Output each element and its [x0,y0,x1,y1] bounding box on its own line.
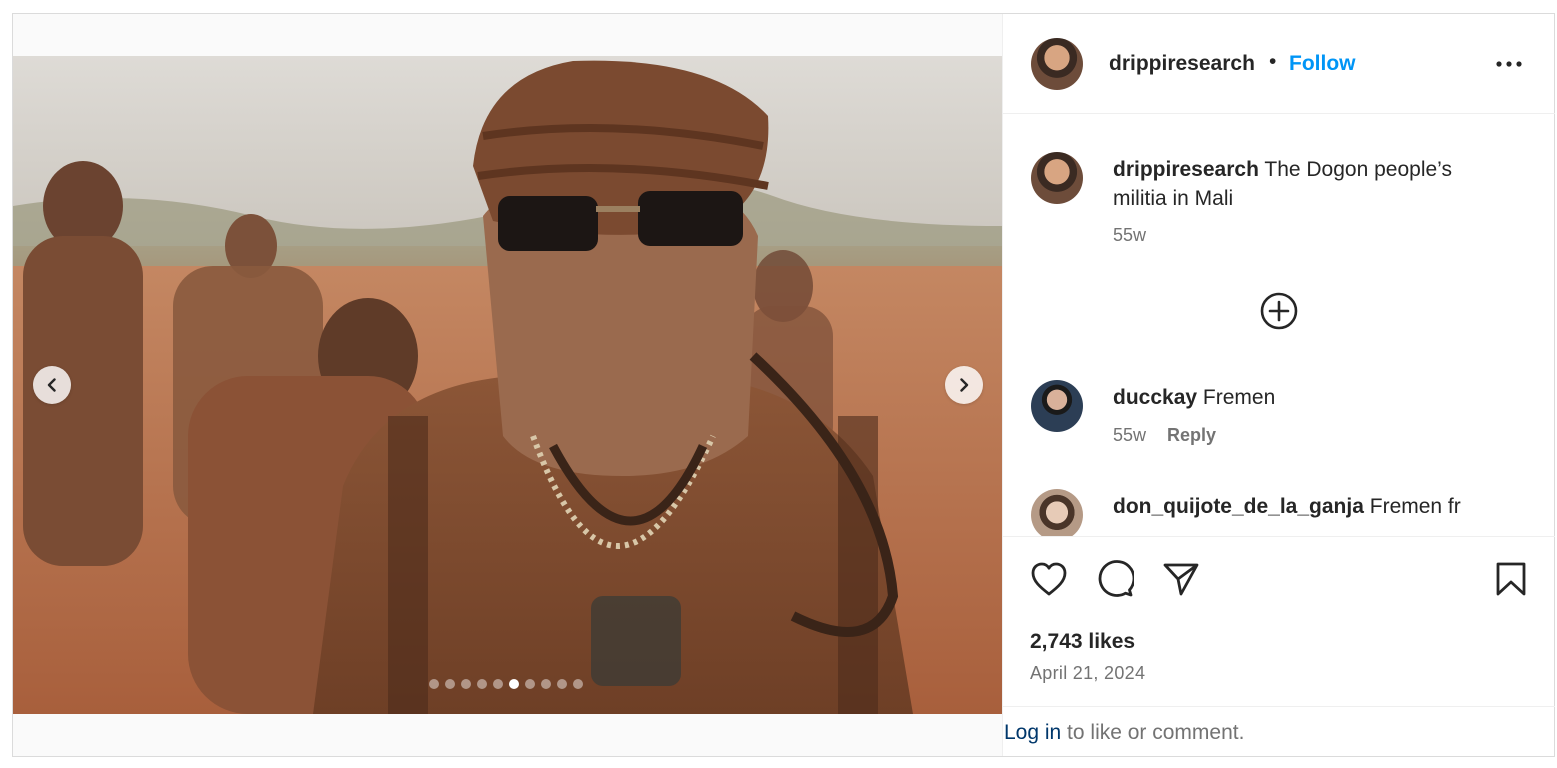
heart-icon [1031,562,1067,596]
plus-circle-icon [1260,292,1298,330]
login-prompt-text: Log in to like or comment. [1004,721,1244,745]
comment-meta: 55w Reply [1113,425,1216,446]
carousel-dot [573,679,583,689]
comment-body: Fremen [1202,386,1276,409]
carousel-dot [541,679,551,689]
carousel-dot [525,679,535,689]
post-actions: 2,743 likes April 21, 2024 [1003,536,1555,706]
carousel-dot [493,679,503,689]
comment-text: ducckay Fremen [1113,383,1493,412]
carousel-dot [557,679,567,689]
paper-plane-icon [1163,563,1199,596]
chevron-right-icon [960,378,969,392]
chevron-left-icon [47,378,56,392]
login-suffix: to like or comment. [1061,721,1245,744]
comment-username[interactable]: ducckay [1113,386,1197,409]
carousel-dot [477,679,487,689]
photo-illustration [13,56,1002,714]
load-more-comments-button[interactable] [1259,291,1299,331]
post-media [13,14,1002,756]
commenter-avatar[interactable] [1031,489,1083,536]
caption-avatar[interactable] [1031,152,1083,204]
comments-section: drippiresearch The Dogon people’s militi… [1003,114,1555,536]
carousel-dot [429,679,439,689]
author-avatar[interactable] [1031,38,1083,90]
caption-time: 55w [1113,225,1147,245]
carousel-dot [461,679,471,689]
more-horizontal-icon [1496,61,1522,67]
login-prompt: Log in to like or comment. [1003,706,1555,756]
more-options-button[interactable] [1494,51,1524,77]
post-header: drippiresearch • Follow [1003,14,1555,114]
carousel-prev-button[interactable] [33,366,71,404]
caption-username[interactable]: drippiresearch [1113,158,1259,181]
post-photo [13,56,1002,714]
reply-button[interactable]: Reply [1167,425,1216,445]
caption-meta: 55w [1113,225,1146,246]
comment-button[interactable] [1095,559,1135,599]
carousel-dot-active [509,679,519,689]
share-button[interactable] [1161,559,1201,599]
save-button[interactable] [1491,559,1531,599]
likes-count[interactable]: 2,743 likes [1030,630,1135,654]
post-container: drippiresearch • Follow drippiresearch T… [12,13,1555,757]
carousel-dot [445,679,455,689]
comment-time: 55w [1113,425,1147,445]
post-date[interactable]: April 21, 2024 [1030,663,1145,684]
comment-item: don_quijote_de_la_ganja Fremen fr [1003,489,1555,536]
comment-bubble-icon [1098,560,1134,597]
carousel-next-button[interactable] [945,366,983,404]
commenter-avatar[interactable] [1031,380,1083,432]
login-link[interactable]: Log in [1004,721,1061,744]
bookmark-icon [1496,562,1526,596]
follow-button[interactable]: Follow [1289,52,1356,76]
comment-item: ducckay Fremen 55w Reply [1003,380,1555,460]
comment-body: Fremen fr [1369,495,1461,518]
post-side-panel: drippiresearch • Follow drippiresearch T… [1002,14,1555,756]
header-separator: • [1269,50,1277,73]
comment-username[interactable]: don_quijote_de_la_ganja [1113,495,1364,518]
comment-text: don_quijote_de_la_ganja Fremen fr [1113,492,1533,521]
carousel-indicator [429,679,583,689]
caption-text: drippiresearch The Dogon people’s militi… [1113,155,1493,213]
author-username[interactable]: drippiresearch [1109,52,1255,76]
caption-item: drippiresearch The Dogon people’s militi… [1003,152,1555,252]
like-button[interactable] [1029,559,1069,599]
